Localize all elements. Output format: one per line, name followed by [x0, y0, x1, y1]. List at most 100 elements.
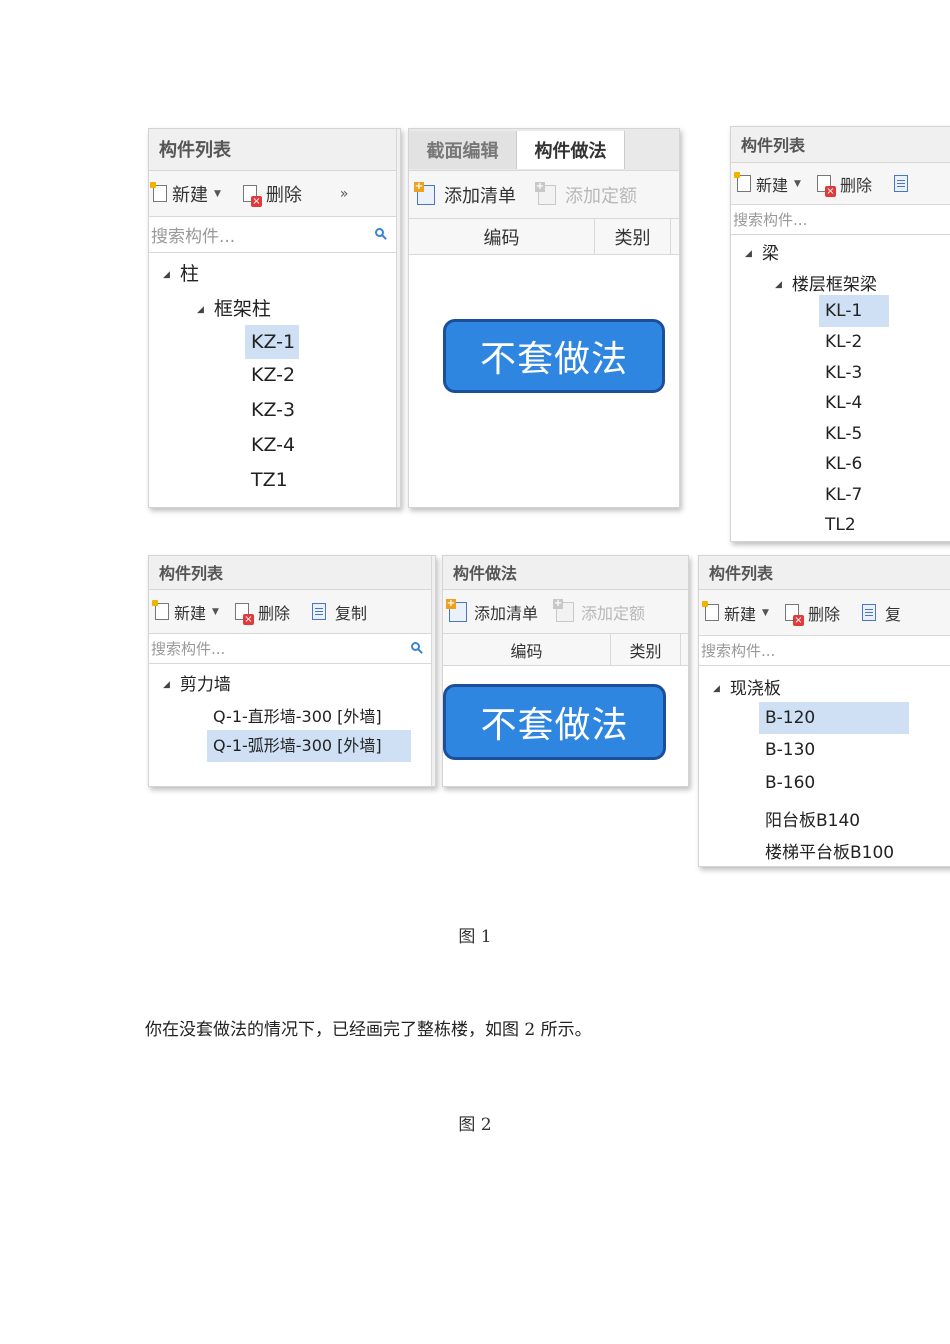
tree-node-root[interactable]: ◢ 梁	[745, 239, 779, 264]
delete-button[interactable]: 删除	[234, 600, 290, 625]
delete-label: 删除	[265, 184, 302, 206]
delete-button[interactable]: 删除	[816, 172, 872, 197]
chevron-down-icon[interactable]: ▼	[762, 608, 769, 618]
table-header: 编码 类别	[409, 219, 679, 255]
tree-item-kl-5[interactable]: KL-5	[825, 424, 862, 444]
search-icon[interactable]	[411, 642, 420, 651]
add-quota-icon	[553, 598, 575, 622]
new-button[interactable]: 新建 ▼	[152, 600, 219, 624]
tree-item-b-120[interactable]: B-120	[759, 702, 909, 734]
tree-item-kz-3[interactable]: KZ-3	[251, 399, 295, 421]
panel-header: 构件列表	[731, 127, 950, 163]
expand-triangle-icon[interactable]: ◢	[163, 680, 170, 690]
search-icon[interactable]	[375, 228, 384, 237]
tree-item-kz-4[interactable]: KZ-4	[251, 434, 295, 456]
tree-node-group[interactable]: ◢ 框架柱	[197, 294, 271, 321]
body-paragraph: 你在没套做法的情况下，已经画完了整栋楼，如图 2 所示。	[145, 1020, 592, 1040]
splitter[interactable]	[396, 129, 400, 507]
new-button[interactable]: 新建 ▼	[702, 601, 769, 625]
new-file-icon	[734, 172, 751, 192]
toolbar: 添加清单 添加定额	[409, 171, 679, 219]
splitter[interactable]	[431, 556, 435, 786]
no-method-button[interactable]: 不套做法	[443, 684, 666, 760]
search-box[interactable]: 搜索构件...	[149, 217, 400, 253]
tree-item-tl2[interactable]: TL2	[825, 515, 856, 535]
panel-title: 构件列表	[709, 564, 774, 583]
tree-item-b-130[interactable]: B-130	[765, 740, 815, 760]
column-list-panel: 构件列表 新建 ▼ 删除 » 搜索构件... ◢柱 ◢框架柱 KZ-1 KZ-2…	[148, 128, 401, 508]
tree-item-straight-wall[interactable]: Q-1-直形墙-300 [外墙]	[213, 703, 382, 727]
tree-node-group[interactable]: ◢ 楼层框架梁	[775, 270, 877, 295]
panel-title: 构件做法	[453, 564, 518, 583]
more-tools-icon[interactable]: »	[340, 186, 349, 202]
copy-label: 复制	[334, 603, 367, 623]
toolbar: 添加清单 添加定额	[443, 590, 688, 634]
search-input[interactable]: 搜索构件...	[699, 640, 775, 661]
delete-icon	[784, 604, 804, 626]
delete-button[interactable]: 删除	[242, 181, 302, 207]
delete-label: 删除	[839, 175, 872, 195]
expand-triangle-icon[interactable]: ◢	[745, 249, 752, 259]
expand-triangle-icon[interactable]: ◢	[713, 684, 720, 694]
toolbar: 新建 ▼ 删除 复	[699, 590, 950, 636]
toolbar: 新建 ▼ 删除	[731, 163, 950, 205]
copy-button[interactable]: 复制	[311, 600, 367, 624]
expand-triangle-icon[interactable]: ◢	[163, 270, 170, 280]
add-list-button[interactable]: 添加清单	[446, 598, 539, 624]
chevron-down-icon[interactable]: ▼	[214, 189, 221, 199]
add-list-label: 添加清单	[474, 603, 539, 623]
search-box[interactable]: 搜索构件...	[699, 636, 950, 666]
chevron-down-icon[interactable]: ▼	[794, 179, 801, 189]
search-input[interactable]: 搜索构件...	[149, 638, 225, 659]
new-label: 新建	[174, 603, 207, 623]
wall-list-panel: 构件列表 新建 ▼ 删除 复制 搜索构件... ◢ 剪力墙 Q-1-直形墙-300…	[148, 555, 436, 787]
tree-item-kl-2[interactable]: KL-2	[825, 332, 862, 352]
tab-section-edit[interactable]: 截面编辑	[409, 131, 517, 169]
search-box[interactable]: 搜索构件...	[149, 634, 435, 664]
no-method-button[interactable]: 不套做法	[443, 319, 665, 393]
new-label: 新建	[172, 184, 208, 206]
column-header-type[interactable]: 类别	[611, 634, 681, 665]
tree-item-kz-2[interactable]: KZ-2	[251, 364, 295, 386]
tree-label: 梁	[761, 244, 779, 264]
tree-item-kz-1[interactable]: KZ-1	[245, 325, 299, 359]
add-quota-button[interactable]: 添加定额	[535, 181, 637, 208]
column-method-panel: 截面编辑 构件做法 添加清单 添加定额 编码 类别 不套做法	[408, 128, 680, 508]
expand-triangle-icon[interactable]: ◢	[197, 305, 204, 315]
chevron-down-icon[interactable]: ▼	[212, 607, 219, 617]
panel-header: 构件列表	[149, 556, 435, 590]
new-button[interactable]: 新建 ▼	[734, 172, 801, 196]
tree-item-kl-6[interactable]: KL-6	[825, 454, 862, 474]
column-header-type[interactable]: 类别	[595, 219, 671, 254]
add-list-button[interactable]: 添加清单	[414, 181, 516, 208]
delete-button[interactable]: 删除	[784, 601, 840, 626]
tree-item-balcony-slab[interactable]: 阳台板B140	[765, 806, 860, 831]
tree-item-kl-7[interactable]: KL-7	[825, 485, 862, 505]
search-input[interactable]: 搜索构件...	[731, 209, 807, 230]
new-button[interactable]: 新建 ▼	[150, 181, 221, 207]
tree-item-stair-slab[interactable]: 楼梯平台板B100	[765, 838, 894, 863]
new-label: 新建	[756, 175, 789, 195]
new-file-icon	[150, 182, 167, 202]
copy-button[interactable]: 复	[861, 601, 901, 625]
tree-item-kl-4[interactable]: KL-4	[825, 393, 862, 413]
tree-node-root[interactable]: ◢ 现浇板	[713, 674, 781, 699]
tree-item-kl-3[interactable]: KL-3	[825, 363, 862, 383]
tree-node-root[interactable]: ◢ 柱	[163, 259, 199, 286]
column-header-code[interactable]: 编码	[409, 219, 595, 254]
delete-icon	[816, 175, 836, 197]
tree-item-tz1[interactable]: TZ1	[251, 469, 288, 491]
column-header-code[interactable]: 编码	[443, 634, 611, 665]
tab-component-method[interactable]: 构件做法	[517, 131, 625, 169]
search-input[interactable]: 搜索构件...	[149, 222, 235, 247]
tree-item-kl-1[interactable]: KL-1	[819, 295, 889, 327]
tree-item-arc-wall[interactable]: Q-1-弧形墙-300 [外墙]	[207, 730, 411, 762]
tree-node-root[interactable]: ◢ 剪力墙	[163, 670, 231, 695]
expand-triangle-icon[interactable]: ◢	[775, 280, 782, 290]
add-quota-label: 添加定额	[581, 603, 646, 623]
search-box[interactable]: 搜索构件...	[731, 205, 950, 235]
new-file-icon	[152, 600, 169, 620]
add-quota-button[interactable]: 添加定额	[553, 598, 646, 624]
copy-button[interactable]	[893, 175, 913, 192]
tree-item-b-160[interactable]: B-160	[765, 773, 815, 793]
